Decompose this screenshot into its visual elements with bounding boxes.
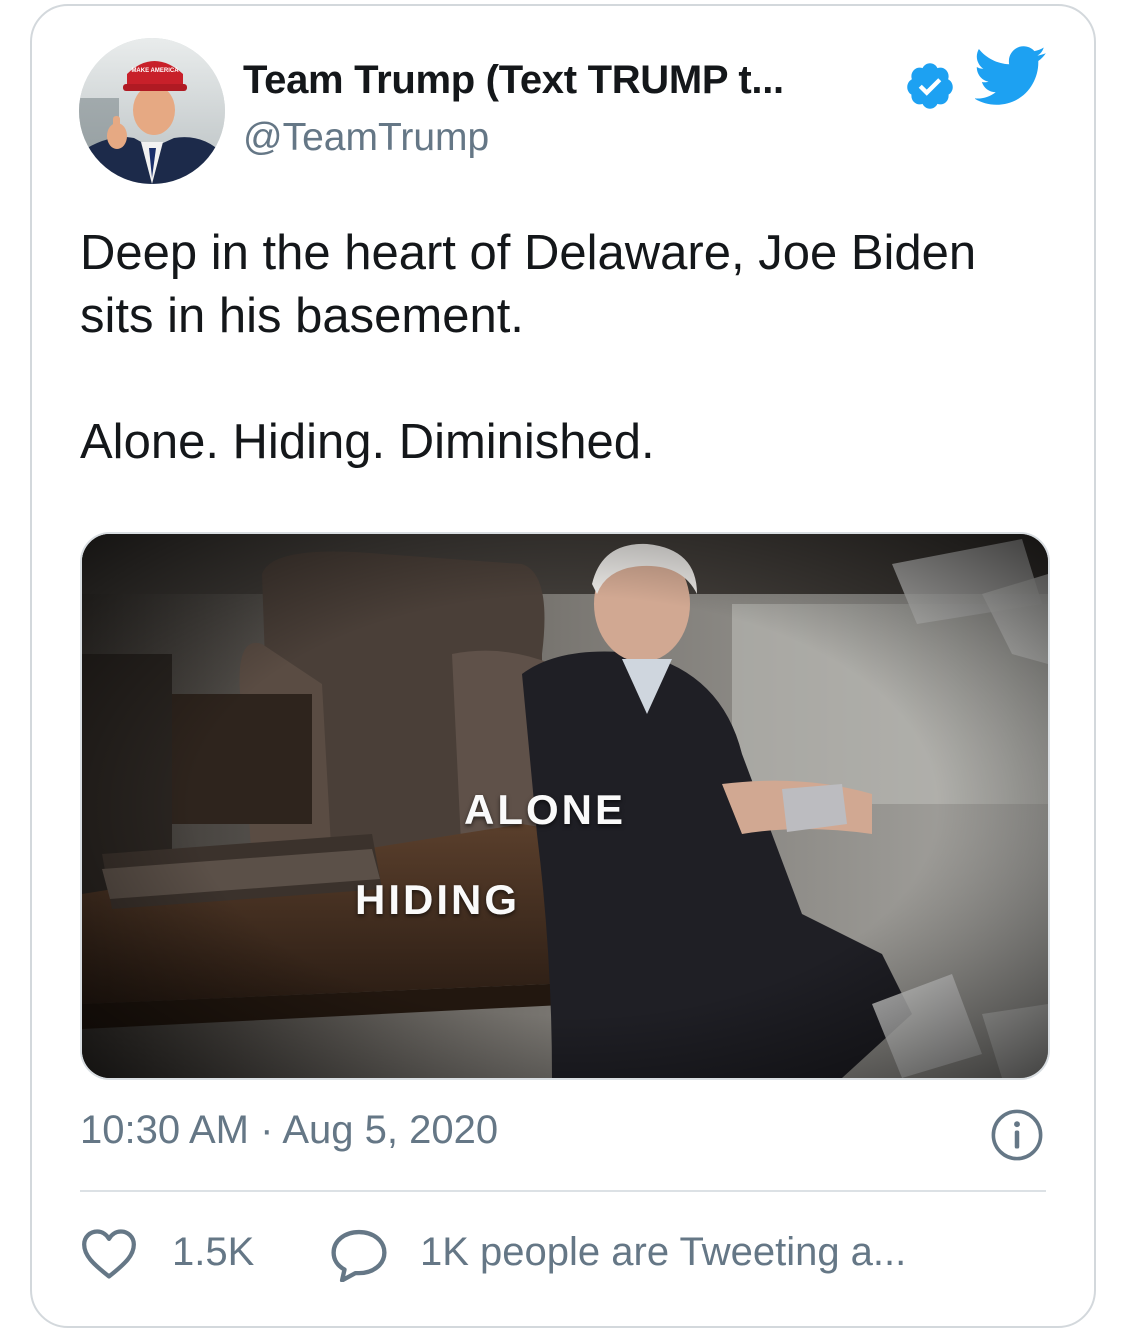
video-caption-word: HIDING (355, 876, 520, 923)
video-caption-word: ALONE (464, 786, 626, 833)
avatar[interactable]: MAKE AMERICA (79, 38, 225, 184)
twitter-bird-icon[interactable] (975, 46, 1047, 106)
svg-text:MAKE AMERICA: MAKE AMERICA (131, 68, 179, 74)
tweet-text: Deep in the heart of Delaware, Joe Biden… (80, 222, 1040, 474)
tweet-timestamp[interactable]: 10:30 AM · Aug 5, 2020 (80, 1108, 498, 1153)
verified-badge-icon (907, 63, 953, 109)
tweet-actions: 1.5K 1K people are Tweeting a... (80, 1226, 1046, 1286)
divider (80, 1190, 1046, 1192)
like-count[interactable]: 1.5K (172, 1230, 254, 1275)
info-icon[interactable] (990, 1108, 1044, 1162)
display-name[interactable]: Team Trump (Text TRUMP t... (243, 58, 784, 103)
conversation-link[interactable]: 1K people are Tweeting a... (420, 1230, 906, 1275)
reply-bubble-icon[interactable] (330, 1228, 388, 1282)
tweet-text-line: Deep in the heart of Delaware, Joe Biden… (80, 226, 977, 343)
tweet-video-thumbnail[interactable]: ALONE HIDING (80, 532, 1050, 1080)
tweet-text-line: Alone. Hiding. Diminished. (80, 415, 655, 469)
user-handle[interactable]: @TeamTrump (243, 116, 489, 160)
heart-icon[interactable] (80, 1228, 138, 1280)
